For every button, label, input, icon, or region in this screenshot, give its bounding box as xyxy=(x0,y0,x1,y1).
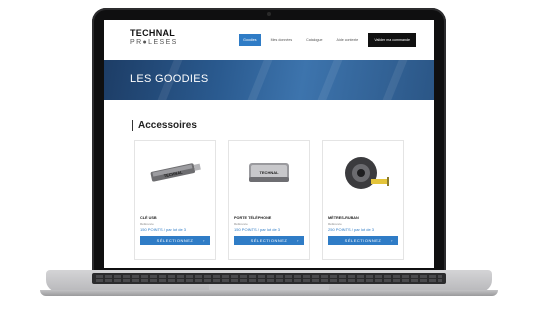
svg-text:TECHNAL: TECHNAL xyxy=(259,170,279,175)
hero-banner: LES GOODIES xyxy=(104,60,434,100)
nav-item-catalogue[interactable]: Catalogue xyxy=(302,34,326,46)
select-button[interactable]: SÉLECTIONNEZ › xyxy=(140,236,210,245)
brand-logo[interactable]: TECHNAL PR●LESES xyxy=(130,28,178,47)
camera-icon xyxy=(267,12,271,16)
product-name: PORTE TÉLÉPHONE xyxy=(234,216,272,220)
brand-subtitle: PR●LESES xyxy=(130,39,178,46)
product-price: 150 POINTS / par lot de 3 xyxy=(234,227,281,232)
page-title: LES GOODIES xyxy=(130,73,209,85)
laptop-lid: TECHNAL PR●LESES Goodies Mes données Cat… xyxy=(92,8,446,276)
laptop-base-front xyxy=(40,290,498,296)
product-list: TECHNAL CLÉ USB Référence 150 POINTS / p… xyxy=(134,140,404,260)
main-nav: Goodies Mes données Catalogue Aide conte… xyxy=(239,33,416,47)
product-ref: Référence xyxy=(328,222,342,226)
nav-item-account[interactable]: Mes données xyxy=(267,34,297,46)
arrow-right-icon: › xyxy=(297,238,299,243)
select-button-label: SÉLECTIONNEZ xyxy=(250,238,288,243)
product-name: CLÉ USB xyxy=(140,216,157,220)
product-card[interactable]: TECHNAL PORTE TÉLÉPHONE Référence 150 PO… xyxy=(228,140,310,260)
select-button[interactable]: SÉLECTIONNEZ › xyxy=(328,236,398,245)
select-button-label: SÉLECTIONNEZ xyxy=(344,238,382,243)
usb-key-icon: TECHNAL xyxy=(150,163,201,182)
banner-decoration xyxy=(241,60,275,100)
banner-decoration xyxy=(376,60,410,100)
tape-measure-icon xyxy=(345,157,389,189)
product-ref: Référence xyxy=(140,222,154,226)
product-ref: Référence xyxy=(234,222,248,226)
product-name: MÈTRES-RUBAN xyxy=(328,216,359,220)
banner-decoration xyxy=(311,60,345,100)
validate-order-button[interactable]: Valider ma commande xyxy=(368,33,416,47)
site-header: TECHNAL PR●LESES Goodies Mes données Cat… xyxy=(104,20,434,60)
keyboard xyxy=(92,273,446,284)
product-card[interactable]: MÈTRES-RUBAN Référence 250 POINTS / par … xyxy=(322,140,404,260)
arrow-right-icon: › xyxy=(203,238,205,243)
product-card[interactable]: TECHNAL CLÉ USB Référence 150 POINTS / p… xyxy=(134,140,216,260)
phone-holder-icon: TECHNAL xyxy=(249,163,289,182)
section-title: Accessoires xyxy=(132,120,197,131)
arrow-right-icon: › xyxy=(391,238,393,243)
brand-name: TECHNAL xyxy=(130,28,176,38)
select-button[interactable]: SÉLECTIONNEZ › xyxy=(234,236,304,245)
nav-item-help[interactable]: Aide contexte xyxy=(333,34,363,46)
product-price: 250 POINTS / par lot de 3 xyxy=(328,227,375,232)
laptop-screen: TECHNAL PR●LESES Goodies Mes données Cat… xyxy=(104,20,434,268)
product-price: 150 POINTS / par lot de 3 xyxy=(140,227,187,232)
nav-item-goodies[interactable]: Goodies xyxy=(239,34,261,46)
select-button-label: SÉLECTIONNEZ xyxy=(156,238,194,243)
